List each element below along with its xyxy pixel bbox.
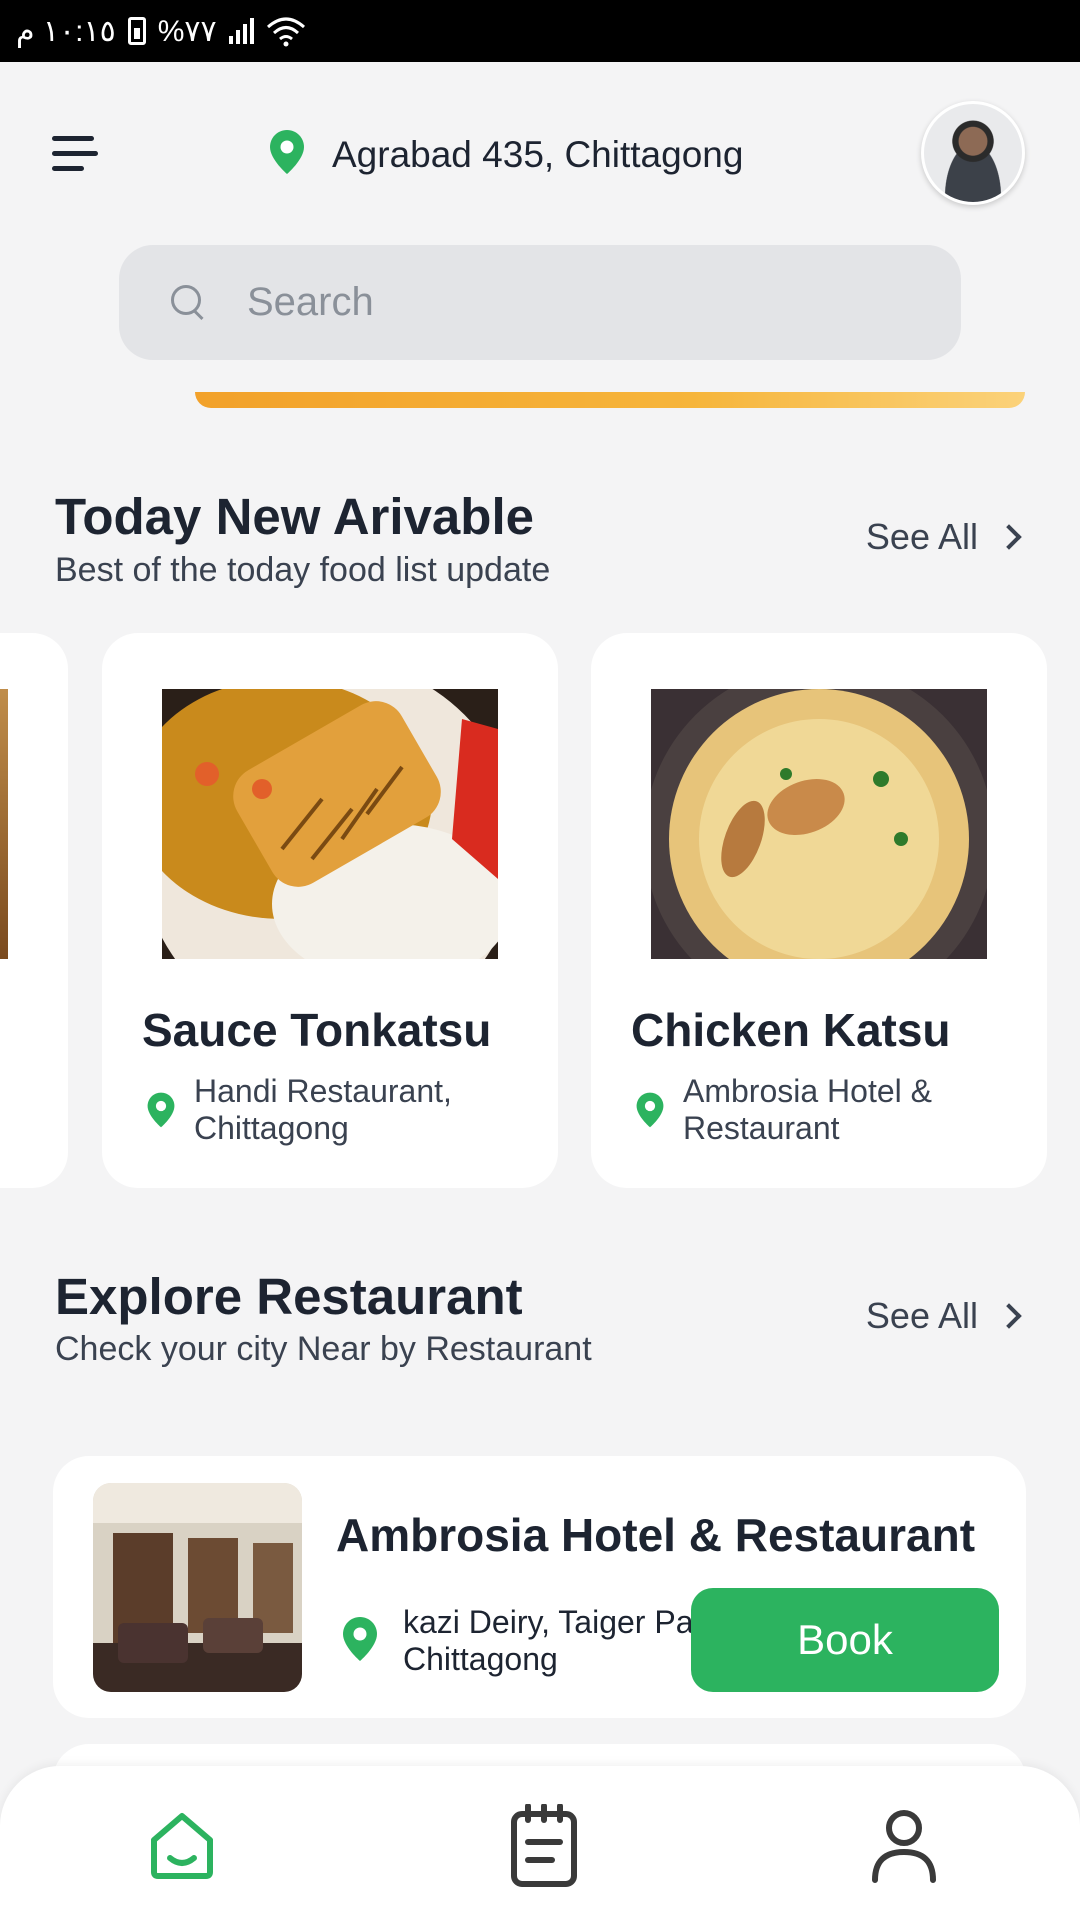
see-all-label: See All: [865, 516, 978, 557]
avatar[interactable]: [921, 101, 1025, 205]
signal-icon: [228, 18, 254, 44]
food-location-text: Ambrosia Hotel & Restaurant: [683, 1073, 932, 1146]
wifi-icon: [266, 15, 306, 47]
restaurant-image: [93, 1483, 302, 1692]
food-image-chicken-katsu: [651, 689, 987, 959]
battery-percent: %٧٧: [157, 14, 217, 48]
section-subtitle-explore: Check your city Near by Restaurant: [55, 1330, 592, 1368]
restaurant-card[interactable]: Ambrosia Hotel & Restaurant kazi Deiry, …: [53, 1456, 1026, 1718]
section-subtitle-today: Best of the today food list update: [55, 551, 551, 589]
status-time: ١٠:١٥ م: [16, 14, 116, 48]
status-bar: ١٠:١٥ م %٧٧: [0, 0, 1080, 62]
promo-banner[interactable]: [195, 392, 1025, 408]
food-location: Ambrosia Hotel & Restaurant: [635, 1073, 973, 1147]
location-selector[interactable]: Agrabad 435, Chittagong: [268, 128, 743, 181]
home-icon: [151, 1813, 213, 1879]
location-pin-icon: [146, 1073, 176, 1134]
search-bar[interactable]: [119, 245, 961, 360]
section-title-explore: Explore Restaurant: [55, 1268, 523, 1325]
orders-icon: [511, 1804, 577, 1887]
restaurant-address-line2: Chittagong: [403, 1641, 558, 1677]
location-pin-icon: [268, 128, 306, 181]
food-card[interactable]: Sauce Tonkatsu Handi Restaurant, Chittag…: [102, 633, 558, 1188]
chevron-right-icon: [996, 1303, 1022, 1329]
restaurant-address-line1: kazi Deiry, Taiger Pa: [403, 1604, 694, 1640]
menu-icon[interactable]: [52, 134, 98, 174]
bottom-nav: [0, 1766, 1080, 1920]
location-pin-icon: [341, 1615, 379, 1668]
book-button[interactable]: Book: [691, 1588, 999, 1692]
food-image-partial: [0, 689, 8, 959]
search-input[interactable]: [247, 280, 847, 325]
restaurant-location: kazi Deiry, Taiger Pa Chittagong: [341, 1604, 693, 1678]
food-name: Chicken Katsu: [631, 1004, 951, 1056]
food-location: Handi Restaurant, Chittagong: [146, 1073, 484, 1147]
food-name: Sauce Tonkatsu: [142, 1004, 492, 1056]
chevron-right-icon: [996, 524, 1022, 550]
section-title-today: Today New Arivable: [55, 488, 534, 545]
food-location-text: Handi Restaurant, Chittagong: [194, 1073, 452, 1146]
profile-icon: [872, 1810, 936, 1883]
battery-icon: [127, 17, 146, 45]
nav-orders[interactable]: [504, 1804, 584, 1887]
location-pin-icon: [635, 1073, 665, 1134]
search-icon: [171, 284, 207, 321]
see-all-label: See All: [865, 1295, 978, 1336]
location-text: Agrabad 435, Chittagong: [332, 133, 744, 175]
nav-home[interactable]: [142, 1806, 222, 1886]
see-all-explore[interactable]: See All: [865, 1295, 1022, 1337]
see-all-today[interactable]: See All: [865, 516, 1022, 558]
restaurant-name: Ambrosia Hotel & Restaurant: [336, 1509, 976, 1561]
food-card-partial[interactable]: [0, 633, 68, 1188]
food-card[interactable]: Chicken Katsu Ambrosia Hotel & Restauran…: [591, 633, 1047, 1188]
nav-profile[interactable]: [864, 1806, 944, 1886]
food-image-tonkatsu: [162, 689, 498, 959]
